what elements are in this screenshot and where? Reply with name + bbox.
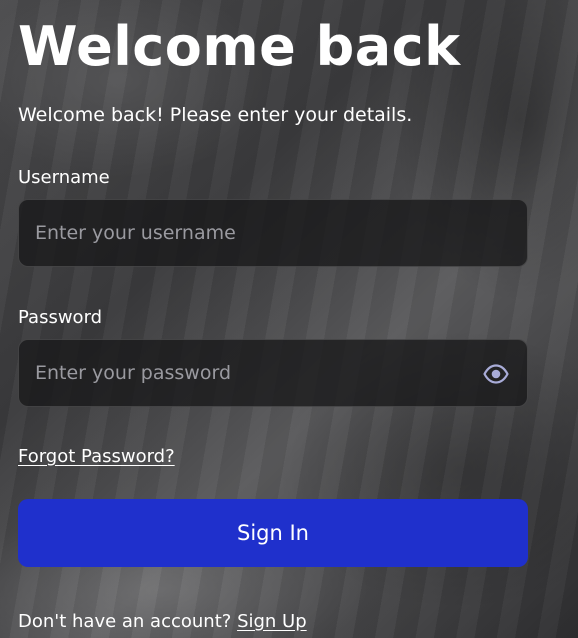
sign-up-link[interactable]: Sign Up [237,611,307,632]
username-field-wrapper [18,199,528,267]
signup-prompt-row: Don't have an account? Sign Up [18,610,307,634]
username-label: Username [18,167,110,188]
forgot-password-link[interactable]: Forgot Password? [18,445,175,469]
password-field-wrapper [18,339,528,407]
signup-prompt-text: Don't have an account? [18,611,232,632]
password-label: Password [18,307,103,328]
page-title: Welcome back [18,15,461,78]
password-input[interactable] [19,340,527,406]
page-subtitle: Welcome back! Please enter your details. [18,104,413,126]
sign-in-button[interactable]: Sign In [18,499,528,567]
eye-icon[interactable] [483,362,509,386]
username-input[interactable] [19,200,527,266]
